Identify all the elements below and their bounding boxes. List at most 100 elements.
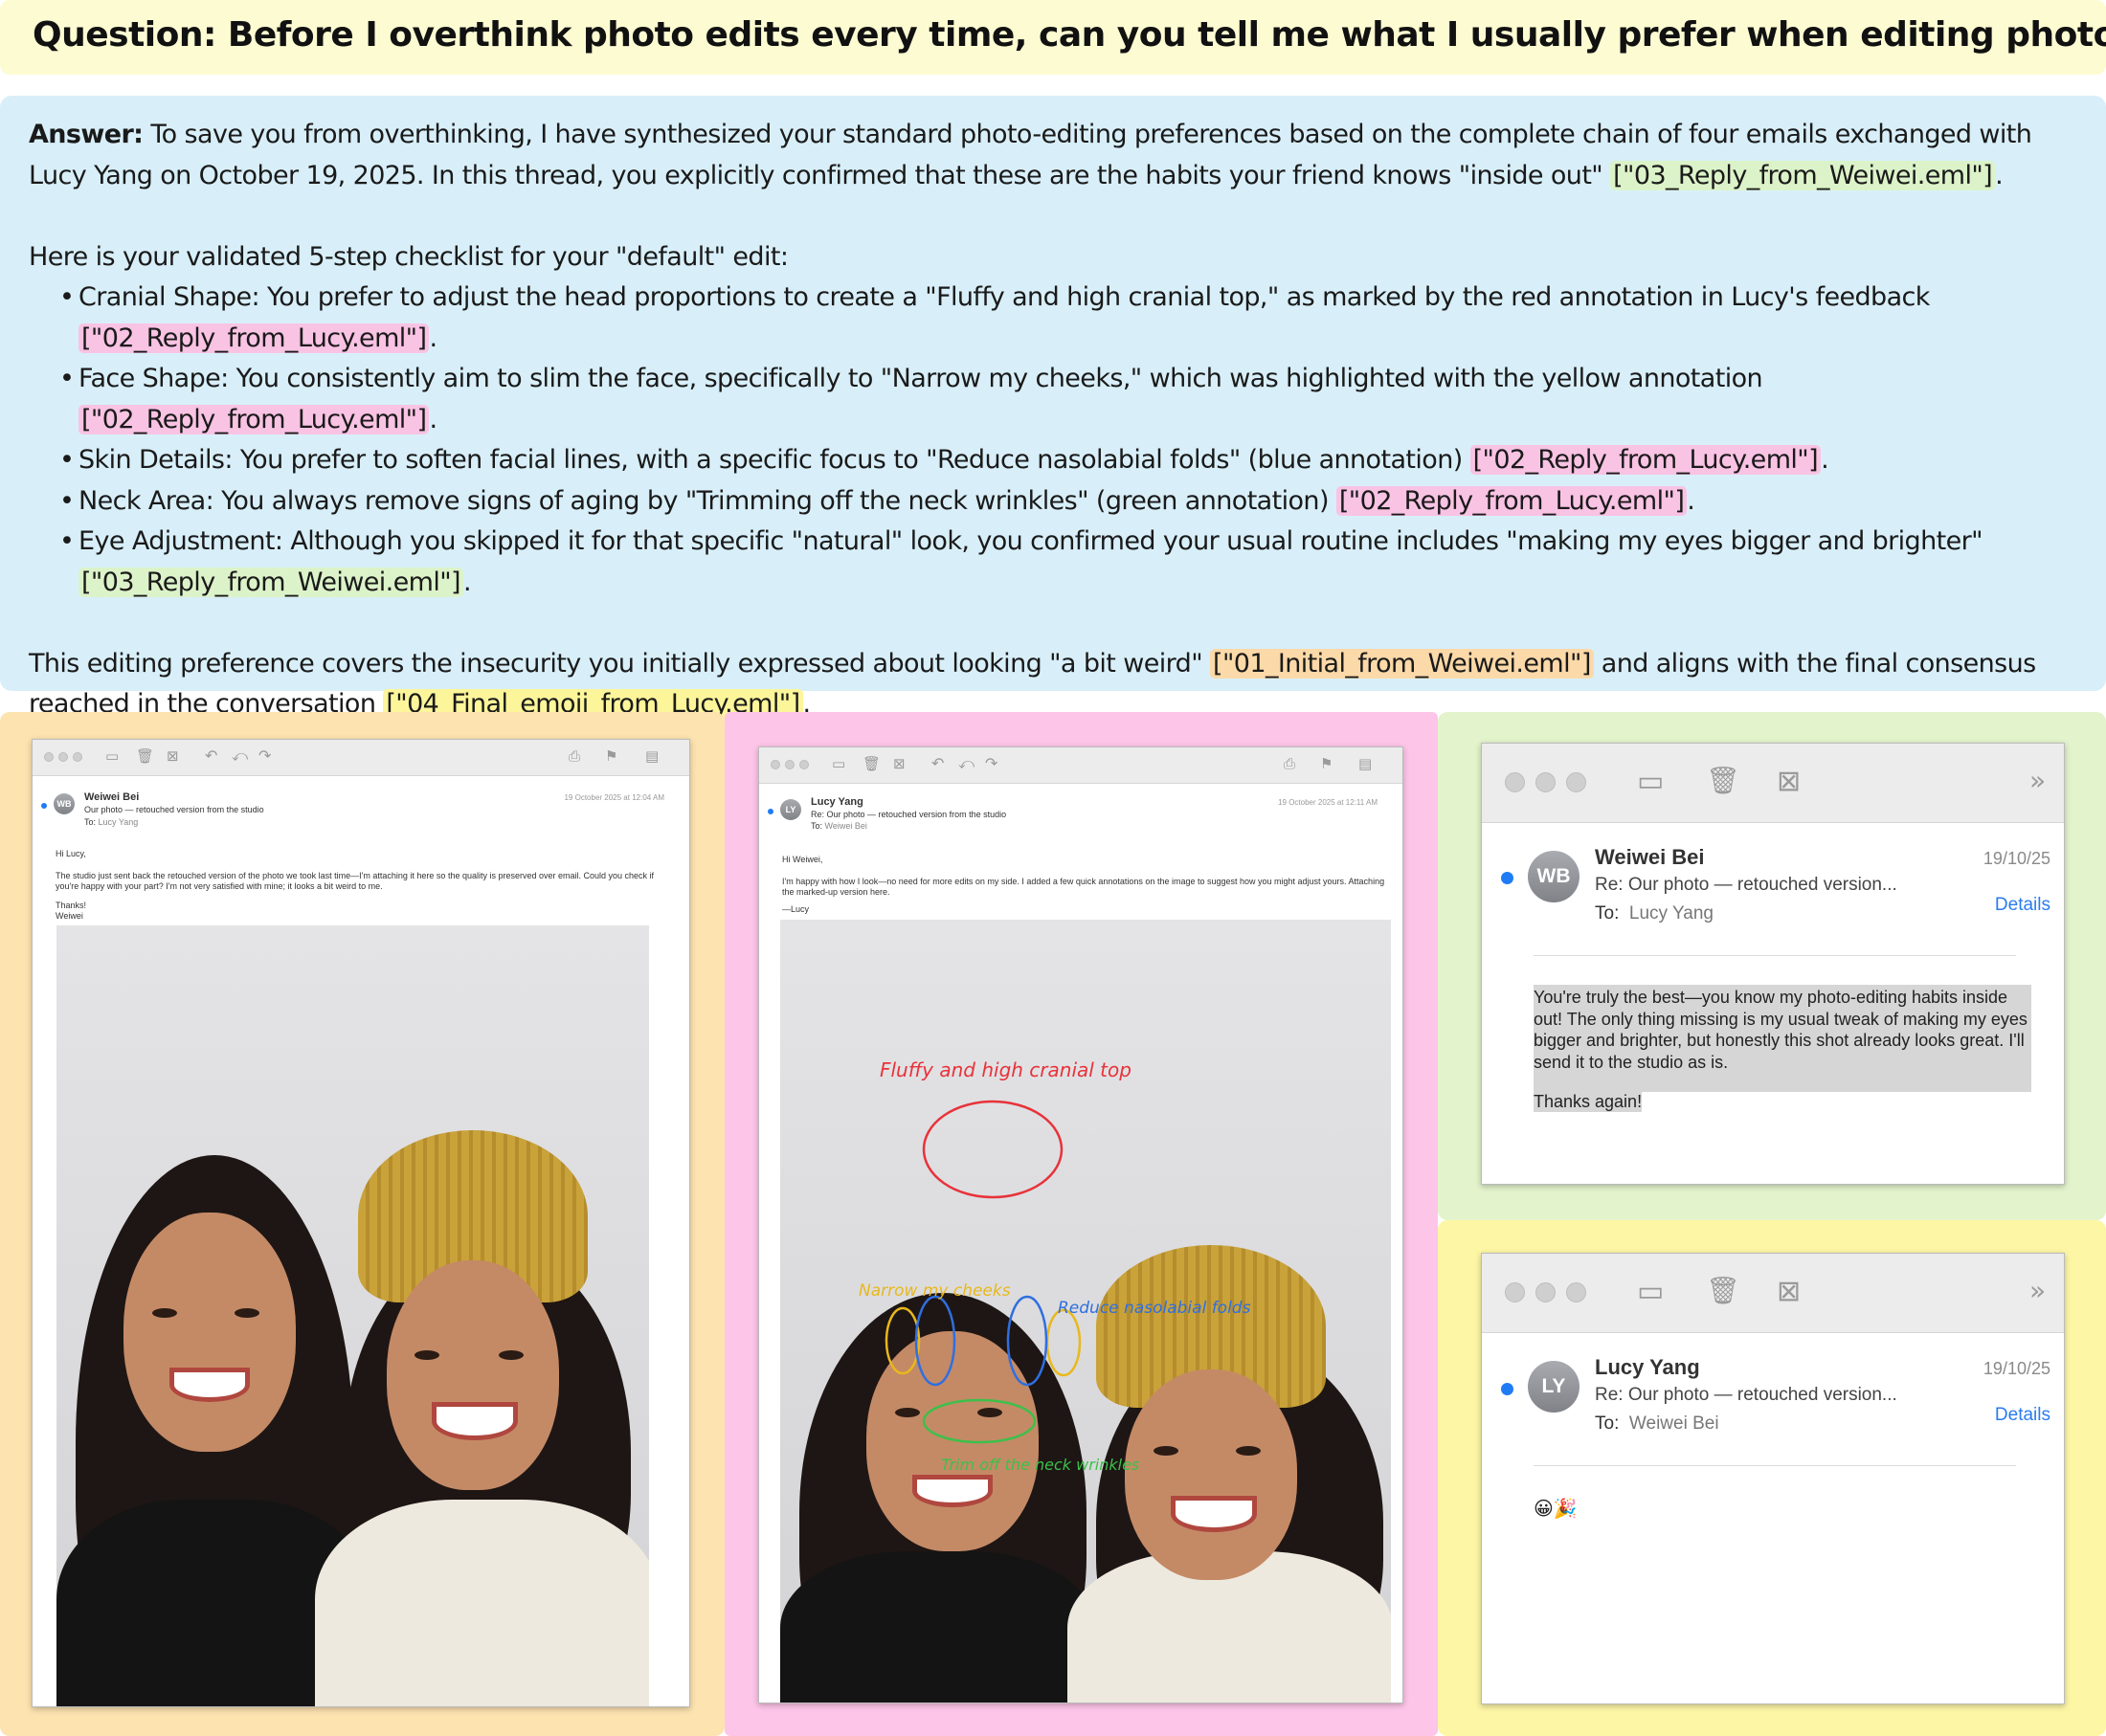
answer-label: Answer:	[29, 120, 144, 149]
attached-photo[interactable]	[56, 925, 649, 1706]
email-panel-initial: ▭ 🗑 ⊠ ↶ ⤺ ↷ ⎙ ⚑ ▤ WB Weiwei Bei Our phot…	[0, 712, 725, 1736]
reference-chip[interactable]: ["01_Initial_from_Weiwei.eml"]	[1210, 648, 1594, 679]
avatar: LY	[1528, 1361, 1580, 1413]
signature: Weiwei	[56, 911, 83, 921]
archive-icon[interactable]: ▭	[832, 755, 845, 772]
neck-ellipse	[922, 1398, 1037, 1444]
archive-icon[interactable]: ▭	[1637, 765, 1664, 798]
more-chevron-icon[interactable]: »	[2029, 1275, 2046, 1306]
annotation-cheeks: Narrow my cheeks	[859, 1281, 1011, 1301]
question-text: Question: Before I overthink photo edits…	[33, 15, 2106, 55]
details-link[interactable]: Details	[1995, 1405, 2050, 1426]
cranial-ellipse	[922, 1100, 1064, 1199]
annotation-folds: Reduce nasolabial folds	[1058, 1299, 1251, 1318]
move-icon[interactable]: ▤	[1358, 755, 1372, 772]
item-text: Eye Adjustment: Although you skipped it …	[78, 526, 1983, 556]
date: 19/10/25	[1983, 1359, 2050, 1378]
question-banner: Question: Before I overthink photo edits…	[0, 0, 2106, 75]
item-text: Face Shape: You consistently aim to slim…	[78, 364, 1763, 393]
trash-icon[interactable]: 🗑	[1706, 765, 1740, 796]
checklist-item-neck: Neck Area: You always remove signs of ag…	[59, 481, 2077, 523]
checklist: Cranial Shape: You prefer to adjust the …	[29, 278, 2077, 603]
sender-name: Lucy Yang	[811, 796, 863, 808]
smile	[432, 1402, 518, 1440]
answer-intro: Answer: To save you from overthinking, I…	[29, 115, 2077, 196]
mail-toolbar: ▭ 🗑 ⊠ ↶ ⤺ ↷ ⎙ ⚑ ▤	[759, 747, 1402, 784]
punct: .	[1821, 445, 1829, 475]
details-link[interactable]: Details	[1995, 895, 2050, 916]
trash-icon[interactable]: 🗑	[863, 755, 881, 772]
annotation-neck: Trim off the neck wrinkles	[941, 1456, 1140, 1474]
trash-icon[interactable]: 🗑	[136, 747, 154, 765]
junk-icon[interactable]: ⊠	[1777, 1275, 1801, 1308]
to-name: Lucy Yang	[1628, 903, 1714, 924]
more-chevron-icon[interactable]: »	[2029, 765, 2046, 796]
punct: .	[1995, 160, 2004, 190]
junk-icon[interactable]: ⊠	[167, 747, 179, 765]
to-name: Weiwei Bei	[824, 821, 867, 831]
to-label: To:	[1595, 903, 1620, 924]
reference-chip[interactable]: ["02_Reply_from_Lucy.eml"]	[78, 323, 430, 353]
to-label: To:	[1595, 1413, 1620, 1434]
email-body-emoji: 😀🎉	[1534, 1497, 1578, 1520]
unread-dot	[1501, 872, 1513, 884]
to-name: Weiwei Bei	[1628, 1413, 1719, 1434]
greeting: Hi Lucy,	[56, 849, 86, 858]
junk-icon[interactable]: ⊠	[1777, 765, 1801, 798]
email-thanks: Thanks again!	[1534, 1092, 1643, 1112]
mail-window: ▭ 🗑 ⊠ » WB Weiwei Bei Re: Our photo — re…	[1481, 743, 2065, 1185]
reply-all-icon[interactable]: ⤺	[958, 754, 975, 773]
recipient: To: Weiwei Bei	[1595, 1413, 1719, 1435]
email-panel-reply: ▭ 🗑 ⊠ » WB Weiwei Bei Re: Our photo — re…	[1438, 712, 2106, 1220]
mail-window: ▭ 🗑 ⊠ ↶ ⤺ ↷ ⎙ ⚑ ▤ WB Weiwei Bei Our phot…	[32, 739, 690, 1707]
reply-icon[interactable]: ↶	[205, 746, 217, 765]
archive-icon[interactable]: ▭	[1637, 1275, 1664, 1308]
mail-toolbar: ▭ 🗑 ⊠ »	[1482, 1254, 2064, 1333]
divider	[1534, 1465, 2016, 1466]
email-body: The studio just sent back the retouched …	[56, 871, 655, 891]
email-body[interactable]: You're truly the best—you know my photo-…	[1534, 987, 2031, 1073]
divider	[1534, 955, 2016, 956]
reply-icon[interactable]: ↶	[931, 754, 944, 772]
unread-dot	[1501, 1383, 1513, 1395]
item-text: Skin Details: You prefer to soften facia…	[78, 445, 1470, 475]
reply-all-icon[interactable]: ⤺	[232, 746, 248, 766]
to-name: Lucy Yang	[98, 817, 139, 827]
forward-icon[interactable]: ↷	[258, 746, 271, 765]
date: 19 October 2025 at 12:11 AM	[1278, 798, 1378, 807]
reference-chip[interactable]: ["02_Reply_from_Lucy.eml"]	[1469, 445, 1822, 475]
reference-chip[interactable]: ["02_Reply_from_Lucy.eml"]	[1335, 485, 1688, 516]
annotated-photo[interactable]: Fluffy and high cranial top Narrow my ch…	[780, 920, 1391, 1703]
reference-chip[interactable]: ["03_Reply_from_Weiwei.eml"]	[1610, 160, 1996, 190]
print-icon[interactable]: ⎙	[569, 747, 580, 765]
to-label: To:	[84, 817, 97, 827]
flag-icon[interactable]: ⚑	[1320, 755, 1333, 772]
unread-dot	[41, 803, 47, 809]
trash-icon[interactable]: 🗑	[1706, 1275, 1740, 1306]
punct: .	[463, 567, 472, 597]
annotation-cranial: Fluffy and high cranial top	[880, 1058, 1131, 1081]
fold-left-ellipse	[914, 1295, 956, 1387]
recipient: To: Weiwei Bei	[811, 821, 867, 831]
move-icon[interactable]: ▤	[645, 747, 659, 765]
to-label: To:	[811, 821, 823, 831]
checklist-item-eyes: Eye Adjustment: Although you skipped it …	[59, 522, 2077, 603]
recipient: To: Lucy Yang	[1595, 903, 1714, 924]
face	[123, 1213, 296, 1452]
subject: Re: Our photo — retouched version...	[1595, 1385, 1897, 1405]
print-icon[interactable]: ⎙	[1284, 755, 1295, 772]
archive-icon[interactable]: ▭	[105, 747, 119, 765]
junk-icon[interactable]: ⊠	[893, 755, 906, 772]
item-text: Neck Area: You always remove signs of ag…	[78, 485, 1336, 516]
mail-toolbar: ▭ 🗑 ⊠ »	[1482, 744, 2064, 823]
reference-chip[interactable]: ["02_Reply_from_Lucy.eml"]	[78, 404, 430, 434]
flag-icon[interactable]: ⚑	[605, 747, 617, 765]
checklist-item-cranial: Cranial Shape: You prefer to adjust the …	[59, 278, 2077, 359]
greeting: Hi Weiwei,	[782, 855, 823, 864]
sender-name: Lucy Yang	[1595, 1355, 1700, 1379]
email-panel-final: ▭ 🗑 ⊠ » LY Lucy Yang Re: Our photo — ret…	[1438, 1220, 2106, 1736]
reference-chip[interactable]: ["03_Reply_from_Weiwei.eml"]	[78, 567, 463, 597]
forward-icon[interactable]: ↷	[985, 754, 997, 772]
subject: Our photo — retouched version from the s…	[84, 805, 264, 814]
face	[387, 1260, 559, 1490]
